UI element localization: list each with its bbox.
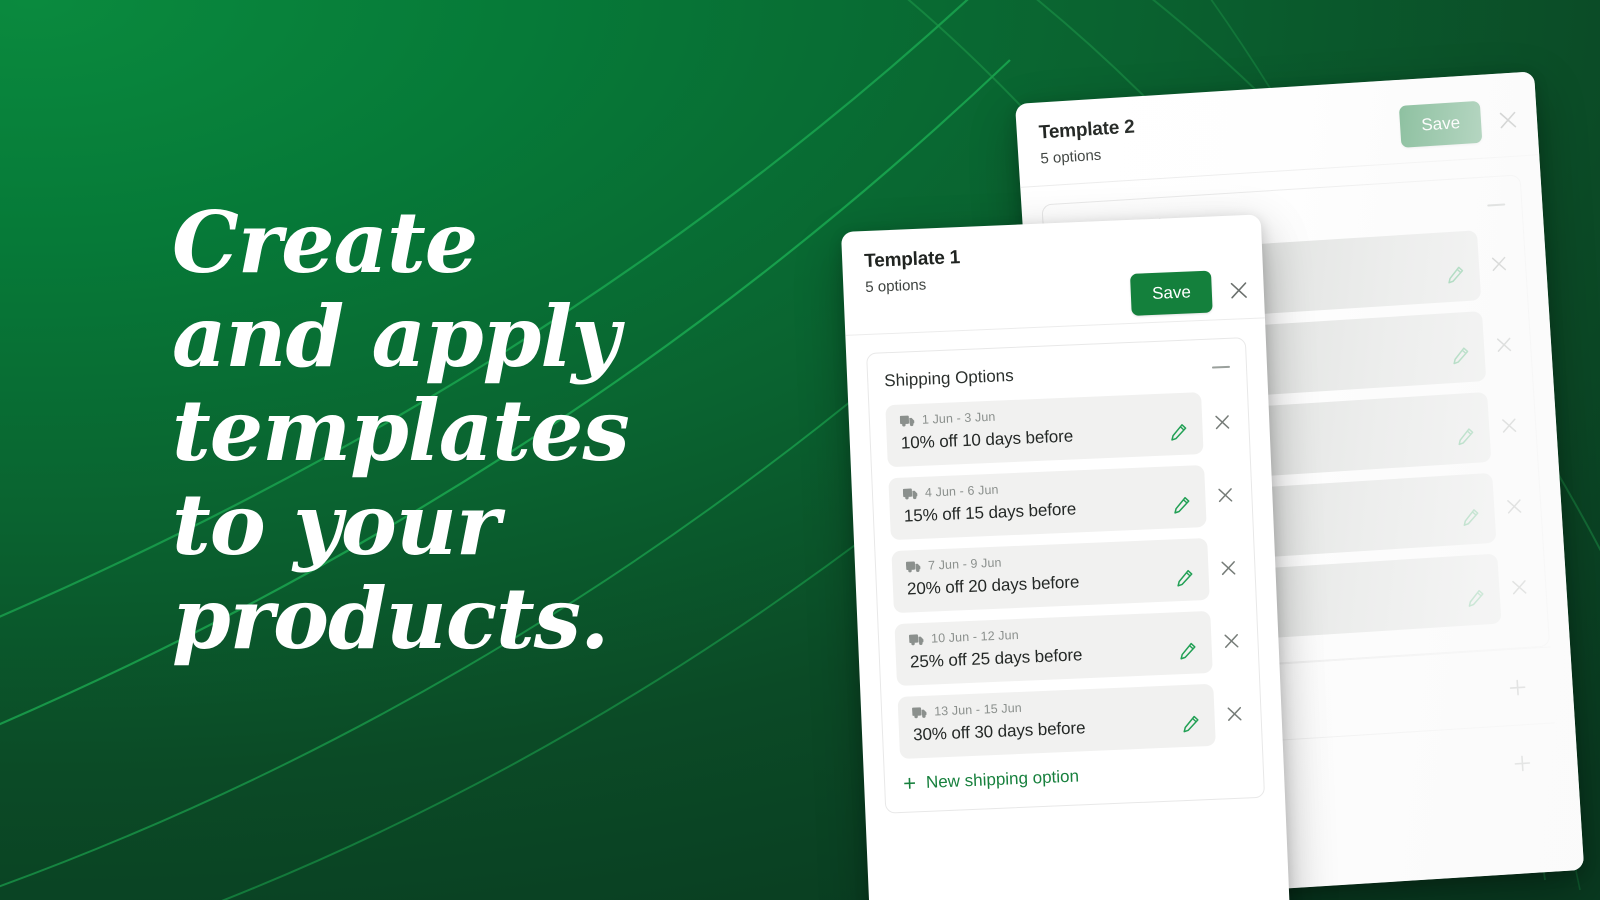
option-dates: 10 Jun - 12 Jun bbox=[930, 627, 1019, 646]
close-icon[interactable] bbox=[1227, 279, 1250, 302]
remove-option-icon[interactable] bbox=[1212, 412, 1233, 433]
pencil-icon[interactable] bbox=[1460, 507, 1481, 528]
option-content: 10 Jun - 12 Jun 25% off 25 days before bbox=[894, 610, 1213, 687]
truck-icon bbox=[899, 414, 916, 428]
truck-icon bbox=[905, 559, 922, 573]
headline-line-5: products. bbox=[172, 569, 609, 668]
option-label: 30% off 30 days before bbox=[912, 718, 1086, 745]
pencil-icon[interactable] bbox=[1177, 640, 1198, 661]
card-header: Template 1 5 options Save bbox=[841, 214, 1265, 336]
template-1-card[interactable]: Template 1 5 options Save Shipping Optio… bbox=[841, 214, 1290, 900]
plus-icon[interactable] bbox=[1513, 753, 1532, 772]
shipping-option-row[interactable]: 13 Jun - 15 Jun 30% off 30 days before bbox=[897, 683, 1246, 759]
pencil-icon[interactable] bbox=[1174, 567, 1195, 588]
headline-line-2: and apply bbox=[172, 287, 620, 386]
remove-option-icon[interactable] bbox=[1221, 631, 1242, 652]
header-actions: Save bbox=[1399, 98, 1520, 148]
pencil-icon[interactable] bbox=[1180, 713, 1201, 734]
headline-line-4: to your bbox=[172, 475, 500, 574]
option-content: 1 Jun - 3 Jun 10% off 10 days before bbox=[885, 392, 1204, 468]
option-label: 25% off 25 days before bbox=[909, 645, 1083, 672]
pencil-icon[interactable] bbox=[1445, 264, 1466, 285]
remove-option-icon[interactable] bbox=[1509, 577, 1530, 598]
option-label: 10% off 10 days before bbox=[900, 426, 1074, 453]
remove-option-icon[interactable] bbox=[1504, 496, 1525, 517]
option-content: 13 Jun - 15 Jun 30% off 30 days before bbox=[897, 683, 1216, 759]
save-button[interactable]: Save bbox=[1399, 100, 1483, 148]
truck-icon bbox=[902, 487, 919, 501]
minus-icon[interactable] bbox=[1487, 203, 1506, 207]
truck-icon bbox=[908, 632, 925, 646]
truck-icon bbox=[912, 705, 928, 719]
plus-icon[interactable] bbox=[1508, 678, 1527, 697]
option-dates: 7 Jun - 9 Jun bbox=[927, 555, 1002, 573]
pencil-icon[interactable] bbox=[1168, 422, 1189, 443]
remove-option-icon[interactable] bbox=[1493, 334, 1514, 355]
remove-option-icon[interactable] bbox=[1488, 253, 1509, 274]
option-label: 20% off 20 days before bbox=[906, 572, 1080, 599]
remove-option-icon[interactable] bbox=[1499, 415, 1520, 436]
pencil-icon[interactable] bbox=[1455, 426, 1476, 447]
option-label: 15% off 15 days before bbox=[903, 499, 1077, 526]
shipping-option-row[interactable]: 1 Jun - 3 Jun 10% off 10 days before bbox=[885, 391, 1233, 468]
card-body: Shipping Options 1 Jun - 3 Jun 10% off 1… bbox=[845, 318, 1286, 834]
shipping-option-row[interactable]: 4 Jun - 6 Jun 15% off 15 days before bbox=[888, 464, 1236, 541]
pencil-icon[interactable] bbox=[1465, 587, 1486, 608]
shipping-option-row[interactable]: 10 Jun - 12 Jun 25% off 25 days before bbox=[894, 610, 1242, 687]
pencil-icon[interactable] bbox=[1171, 495, 1192, 516]
close-icon[interactable] bbox=[1496, 108, 1519, 131]
remove-option-icon[interactable] bbox=[1218, 558, 1239, 579]
panel-title: Shipping Options bbox=[883, 365, 1015, 391]
header-actions: Save bbox=[1130, 269, 1250, 316]
option-dates: 1 Jun - 3 Jun bbox=[921, 409, 996, 427]
option-content: 4 Jun - 6 Jun 15% off 15 days before bbox=[888, 465, 1207, 541]
shipping-options-panel: Shipping Options 1 Jun - 3 Jun 10% off 1… bbox=[866, 337, 1266, 814]
shipping-option-row[interactable]: 7 Jun - 9 Jun 20% off 20 days before bbox=[891, 537, 1239, 614]
remove-option-icon[interactable] bbox=[1224, 704, 1245, 725]
new-shipping-option-label: New shipping option bbox=[925, 766, 1080, 792]
option-content: 7 Jun - 9 Jun 20% off 20 days before bbox=[891, 537, 1210, 614]
remove-option-icon[interactable] bbox=[1215, 485, 1236, 506]
plus-icon: + bbox=[902, 770, 917, 796]
page-title: Create and apply templates to your produ… bbox=[172, 193, 630, 668]
minus-icon[interactable] bbox=[1211, 365, 1231, 369]
option-dates: 4 Jun - 6 Jun bbox=[924, 482, 999, 500]
new-shipping-option-button[interactable]: + New shipping option bbox=[901, 755, 1248, 797]
option-dates: 13 Jun - 15 Jun bbox=[933, 700, 1023, 719]
headline-line-3: templates bbox=[172, 381, 630, 480]
save-button[interactable]: Save bbox=[1130, 270, 1213, 316]
panel-header: Shipping Options bbox=[884, 357, 1231, 391]
headline-line-1: Create bbox=[172, 193, 478, 292]
pencil-icon[interactable] bbox=[1450, 345, 1471, 366]
